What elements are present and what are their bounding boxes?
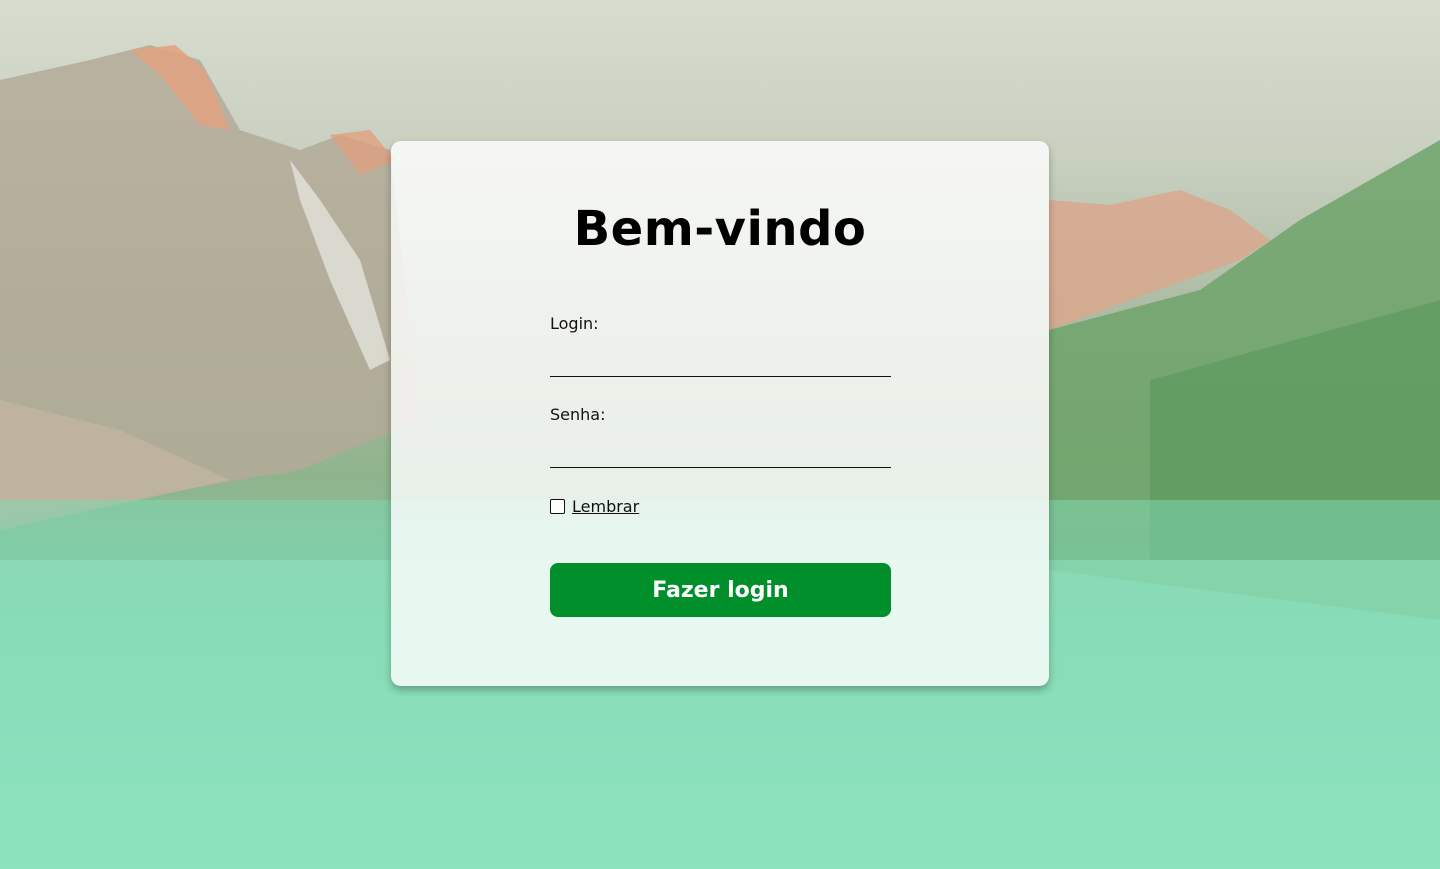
remember-label[interactable]: Lembrar — [572, 497, 639, 516]
login-label: Login: — [550, 314, 599, 333]
login-button[interactable]: Fazer login — [550, 563, 891, 617]
page-title: Bem-vindo — [573, 201, 867, 257]
login-input[interactable] — [550, 347, 891, 377]
remember-option[interactable]: Lembrar — [550, 496, 639, 516]
password-label: Senha: — [550, 405, 606, 424]
login-card: Bem-vindo Login: Senha: Lembrar Fazer lo… — [391, 141, 1049, 686]
password-input[interactable] — [550, 438, 891, 468]
remember-checkbox[interactable] — [550, 498, 565, 514]
